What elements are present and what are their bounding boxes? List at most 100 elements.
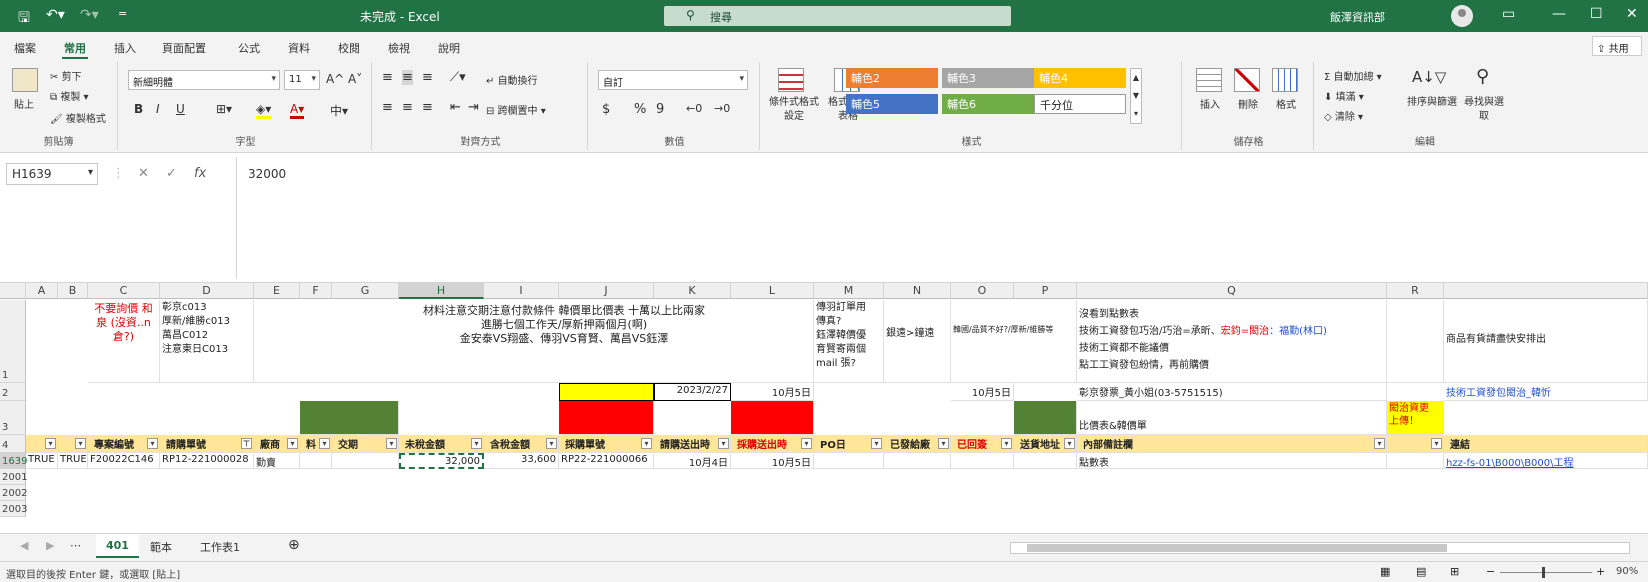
autosum-button[interactable]: Σ 自動加總 ▾	[1324, 68, 1382, 83]
name-box[interactable]: H1639	[6, 163, 98, 185]
filter-dropdown-icon[interactable]: ▾	[147, 438, 158, 449]
scrollbar-thumb[interactable]	[1027, 544, 1447, 552]
conditional-format-icon[interactable]	[778, 68, 804, 92]
sheet-tab-sheet1[interactable]: 工作表1	[190, 534, 250, 558]
page-break-view-icon[interactable]: ⊞	[1450, 565, 1459, 578]
delete-cells-icon[interactable]	[1234, 68, 1260, 92]
table-cell[interactable]	[1014, 453, 1077, 469]
close-icon[interactable]: ✕	[1626, 6, 1638, 22]
header-cell[interactable]: ▾	[58, 435, 88, 453]
header-cell[interactable]: 已回簽 ▾	[951, 435, 1014, 453]
column-header[interactable]: E	[254, 283, 300, 299]
table-cell[interactable]: hzz-fs-01\B000\B000\工程	[1444, 453, 1648, 469]
increase-decimal-icon[interactable]: ←0	[686, 102, 702, 115]
font-size-select[interactable]: 11	[284, 70, 320, 90]
sort-filter-button[interactable]: 排序與篩選	[1406, 96, 1458, 110]
cell-O2[interactable]: 10月5日	[951, 383, 1014, 401]
row-header[interactable]: 2002	[0, 485, 27, 501]
zoom-in-icon[interactable]: +	[1596, 565, 1605, 578]
cancel-icon[interactable]: ✕	[138, 166, 149, 181]
tab-view[interactable]: 檢視	[388, 40, 410, 56]
row-header[interactable]: 4	[0, 435, 26, 453]
maximize-icon[interactable]: ☐	[1590, 6, 1603, 22]
search-box[interactable]: ⚲ 搜尋	[664, 6, 1011, 26]
add-sheet-icon[interactable]: ⊕	[278, 534, 310, 558]
header-cell[interactable]: 採購送出時 ▾	[731, 435, 814, 453]
header-cell[interactable]: 請購送出時 ▾	[654, 435, 731, 453]
cell-P3[interactable]	[1014, 401, 1077, 435]
zoom-level[interactable]: 90%	[1616, 566, 1638, 577]
header-cell[interactable]: 廠商 ▾	[254, 435, 300, 453]
column-header[interactable]: J	[559, 283, 654, 299]
column-header[interactable]: F	[300, 283, 332, 299]
column-header[interactable]: L	[731, 283, 814, 299]
filter-dropdown-icon[interactable]: ▾	[938, 438, 949, 449]
avatar[interactable]	[1451, 5, 1473, 27]
table-cell[interactable]: 33,600	[484, 453, 559, 469]
zoom-slider[interactable]	[1500, 572, 1592, 573]
minimize-icon[interactable]: —	[1552, 6, 1566, 22]
cell-L3[interactable]	[731, 401, 814, 435]
header-cell[interactable]: ▾	[1387, 435, 1444, 453]
table-cell[interactable]: TRUE	[58, 453, 88, 469]
cell-J2[interactable]	[559, 383, 654, 401]
header-cell[interactable]: 料 ▾	[300, 435, 332, 453]
cell-R3[interactable]: 閎治資更 上傳！	[1387, 401, 1444, 435]
tab-insert[interactable]: 插入	[114, 40, 136, 56]
header-cell[interactable]: 交期 ▾	[332, 435, 399, 453]
header-cell[interactable]: 含稅金額 ▾	[484, 435, 559, 453]
cell-merged-E1-L1[interactable]: 材料注意交期注意付款條件 韓價單比價表 十萬以上比兩家 進勝七個工作天/厚新押兩…	[254, 300, 814, 383]
filter-dropdown-icon[interactable]: ▾	[75, 438, 86, 449]
share-button[interactable]: ⇪ 共用	[1592, 36, 1642, 56]
header-cell[interactable]: 請購單號 ⊤	[160, 435, 254, 453]
increase-indent-icon[interactable]: ⇥	[468, 100, 479, 115]
cell-K2[interactable]: 2023/2/27	[654, 383, 731, 401]
cell-C1[interactable]: 不要詢價 和泉 (沒資..n倉?)	[88, 300, 160, 383]
sheet-tab-template[interactable]: 範本	[140, 534, 182, 558]
orientation-icon[interactable]: ⟋▾	[450, 70, 466, 85]
filter-dropdown-icon[interactable]: ▾	[546, 438, 557, 449]
filter-dropdown-icon[interactable]: ▾	[801, 438, 812, 449]
zoom-out-icon[interactable]: −	[1486, 565, 1495, 578]
font-color-icon[interactable]: A▾	[290, 102, 305, 119]
cell-style-option[interactable]: 輔色2	[846, 68, 938, 88]
cell-style-option[interactable]: 輔色6	[942, 94, 1034, 114]
align-bottom-icon[interactable]: ≡	[422, 70, 433, 85]
header-cell[interactable]: 內部備註欄 ▾	[1077, 435, 1387, 453]
tab-help[interactable]: 說明	[438, 40, 460, 56]
header-cell[interactable]: ▾	[26, 435, 58, 453]
cell-style-option[interactable]: 千分位	[1034, 94, 1126, 114]
normal-view-icon[interactable]: ▦	[1380, 565, 1390, 578]
column-header[interactable]: B	[58, 283, 88, 299]
header-cell[interactable]: 送貨地址 ▾	[1014, 435, 1077, 453]
underline-button[interactable]: U	[176, 102, 185, 116]
cell-J3[interactable]	[559, 401, 654, 435]
column-header[interactable]: D	[160, 283, 254, 299]
table-cell[interactable]: RP22-221000066	[559, 453, 654, 469]
redo-icon[interactable]: ↷▾	[80, 7, 99, 23]
find-select-button[interactable]: 尋找與選取	[1464, 96, 1504, 124]
paste-label[interactable]: 貼上	[14, 96, 34, 111]
column-header[interactable]: M	[814, 283, 884, 299]
find-select-icon[interactable]: ⚲	[1476, 66, 1489, 87]
row-header[interactable]: 2	[0, 383, 26, 401]
header-cell[interactable]: 採購單號 ▾	[559, 435, 654, 453]
ribbon-display-icon[interactable]: ▭	[1502, 6, 1515, 22]
percent-button[interactable]: %	[634, 102, 646, 117]
column-header[interactable]: I	[484, 283, 559, 299]
filter-dropdown-icon[interactable]: ⊤	[241, 438, 252, 449]
tab-file[interactable]: 檔案	[14, 40, 36, 56]
tab-home[interactable]: 常用	[62, 40, 88, 59]
merge-center-button[interactable]: ⊟ 跨欄置中 ▾	[486, 102, 546, 117]
italic-button[interactable]: I	[156, 102, 160, 116]
fill-color-icon[interactable]: ◈▾	[256, 102, 272, 119]
cell-N1[interactable]: 銀遠>鐘遠	[884, 300, 951, 383]
tab-data[interactable]: 資料	[288, 40, 310, 56]
filter-dropdown-icon[interactable]: ▾	[1064, 438, 1075, 449]
column-header[interactable]: G	[332, 283, 399, 299]
cell-M1[interactable]: 傳羽訂單用 傳真? 鈺澤韓價優 育賢寄兩個 mail 張?	[814, 300, 884, 383]
column-header[interactable]: O	[951, 283, 1014, 299]
paste-icon[interactable]	[12, 68, 38, 92]
filter-dropdown-icon[interactable]: ▾	[471, 438, 482, 449]
currency-button[interactable]: $	[602, 102, 610, 117]
